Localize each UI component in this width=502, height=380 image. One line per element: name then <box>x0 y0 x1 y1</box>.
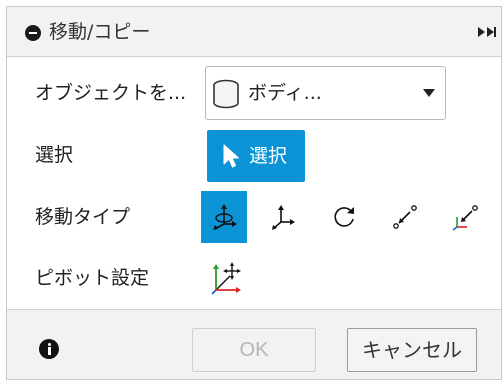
point-to-position-button[interactable] <box>443 191 489 243</box>
rotate-button[interactable] <box>321 191 367 243</box>
free-move-button[interactable] <box>201 191 247 243</box>
translate-button[interactable] <box>260 191 306 243</box>
body-icon <box>213 79 239 109</box>
expand-icon[interactable] <box>477 26 497 38</box>
ok-button[interactable]: OK <box>192 328 316 372</box>
object-dropdown[interactable]: ボディ... <box>205 66 446 120</box>
cursor-icon <box>223 144 239 168</box>
info-icon[interactable] <box>39 339 59 359</box>
select-label: 選択 <box>35 144 74 166</box>
cancel-button[interactable]: キャンセル <box>347 328 477 372</box>
select-button-label: 選択 <box>249 145 288 167</box>
point-to-point-button[interactable] <box>382 191 428 243</box>
object-label: オブジェクトを... <box>35 82 187 104</box>
select-button[interactable]: 選択 <box>207 130 305 182</box>
pivot-icon[interactable] <box>211 259 247 295</box>
dialog-title: 移動/コピー <box>49 21 151 43</box>
free-move-icon <box>213 204 237 230</box>
rotate-icon <box>334 207 354 227</box>
collapse-icon[interactable] <box>25 25 41 41</box>
pivot-label: ピボット設定 <box>35 267 150 289</box>
dialog-titlebar[interactable]: 移動/コピー <box>7 7 501 57</box>
move-type-label: 移動タイプ <box>35 206 131 228</box>
point-to-point-icon <box>393 205 417 229</box>
point-to-position-icon <box>452 205 478 231</box>
object-dropdown-value: ボディ... <box>248 82 322 104</box>
chevron-down-icon <box>423 89 435 97</box>
move-copy-dialog: 移動/コピー オブジェクトを... ボディ... 選択 選択 移動タイプ ピボッ… <box>6 6 502 380</box>
dialog-footer: OK キャンセル <box>7 309 501 379</box>
translate-icon <box>272 205 295 230</box>
